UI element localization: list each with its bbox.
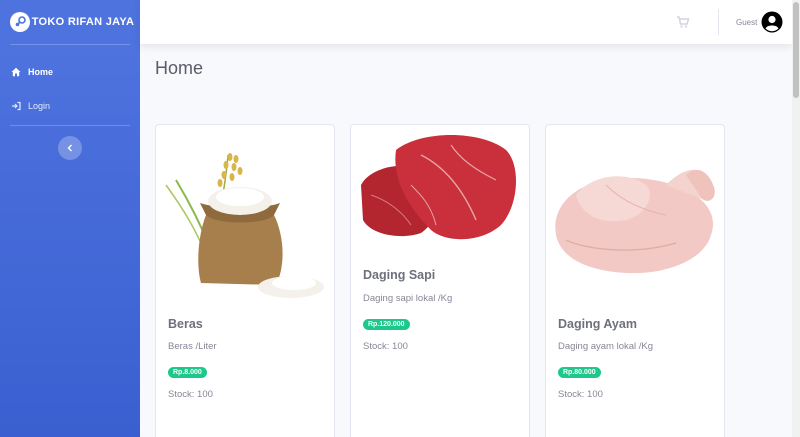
scrollbar-thumb[interactable] [793, 2, 799, 98]
product-description: Daging ayam lokal /Kg [558, 341, 654, 352]
product-card-daging-sapi[interactable]: Daging Sapi Daging sapi lokal /Kg Rp.120… [350, 124, 530, 437]
product-stock: Stock: 100 [363, 341, 408, 352]
price-badge: Rp.120.000 [363, 319, 410, 330]
chevron-left-icon [67, 144, 72, 152]
rice-sack-image [165, 153, 324, 298]
product-name: Daging Sapi [363, 268, 436, 282]
sidebar-divider [10, 44, 130, 45]
product-stock: Stock: 100 [558, 389, 603, 400]
topbar: Guest [140, 0, 792, 44]
steam-logo-icon [10, 12, 30, 32]
product-card-beras[interactable]: Beras Beras /Liter Rp.8.000 Stock: 100 [155, 124, 335, 437]
sidebar-item-label: Login [28, 101, 51, 111]
sidebar-item-home[interactable]: Home [0, 55, 140, 89]
product-name: Daging Ayam [558, 317, 637, 331]
brand[interactable]: TOKO RIFAN JAYA [0, 0, 140, 44]
brand-name: TOKO RIFAN JAYA [31, 15, 135, 28]
product-card-daging-ayam[interactable]: Daging Ayam Daging ayam lokal /Kg Rp.80.… [545, 124, 725, 437]
cart-icon[interactable] [676, 15, 690, 29]
product-description: Beras /Liter [168, 341, 217, 352]
product-name: Beras [168, 317, 203, 331]
page-scrollbar[interactable] [792, 0, 800, 437]
page-title: Home [155, 58, 204, 78]
user-avatar-icon [761, 11, 783, 33]
user-menu[interactable]: Guest [736, 11, 783, 33]
price-badge: Rp.80.000 [558, 367, 601, 378]
home-icon [11, 66, 23, 78]
product-stock: Stock: 100 [168, 389, 213, 400]
sidebar-divider [10, 125, 130, 126]
price-badge: Rp.8.000 [168, 367, 207, 378]
topbar-divider [718, 9, 719, 35]
user-name: Guest [736, 17, 758, 27]
sidebar-item-login[interactable]: Login [0, 89, 140, 123]
product-description: Daging sapi lokal /Kg [363, 293, 453, 304]
sidebar-item-label: Home [28, 67, 54, 77]
chicken-image [555, 169, 715, 274]
sign-in-icon [11, 100, 23, 112]
sidebar-toggle-button[interactable] [58, 136, 82, 160]
sidebar: TOKO RIFAN JAYA Home Login [0, 0, 140, 437]
beef-image [361, 135, 517, 240]
